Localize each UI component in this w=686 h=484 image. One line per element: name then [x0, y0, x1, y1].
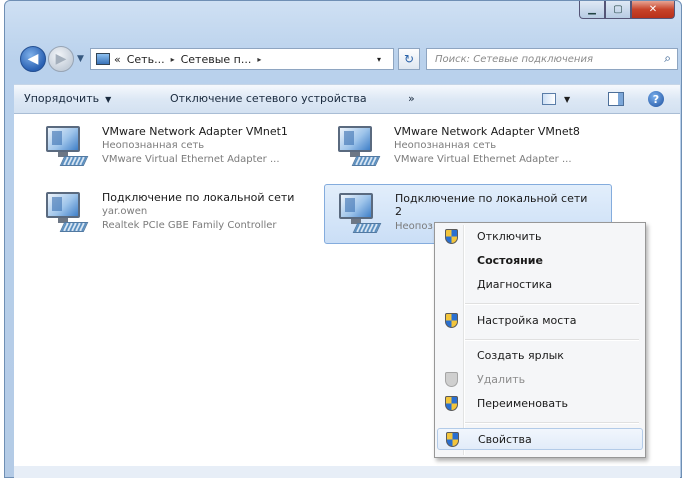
chevron-down-icon: ▼	[105, 95, 112, 104]
uac-shield-icon	[445, 396, 458, 411]
recent-pages-button[interactable]: ▼	[77, 54, 84, 64]
status-bar	[14, 466, 680, 478]
disable-device-button[interactable]: Отключение сетевого устройства	[170, 92, 367, 105]
forward-button[interactable]: ▶	[48, 46, 74, 72]
connection-item-vmnet8[interactable]: VMware Network Adapter VMnet8 Неопознанн…	[324, 118, 604, 178]
organize-label: Упорядочить	[24, 92, 100, 105]
close-button[interactable]: ✕	[631, 1, 675, 19]
refresh-button[interactable]: ↻	[398, 48, 420, 70]
menu-item-bridge[interactable]: Настройка моста	[437, 310, 643, 332]
connection-item-vmnet1[interactable]: VMware Network Adapter VMnet1 Неопознанн…	[32, 118, 312, 178]
uac-shield-icon	[445, 313, 458, 328]
minimize-icon: ▁	[588, 4, 596, 15]
connection-device: VMware Virtual Ethernet Adapter ...	[394, 154, 572, 165]
help-icon: ?	[648, 91, 664, 107]
context-menu: Отключить Состояние Диагностика Настройк…	[434, 222, 646, 458]
connection-name: Подключение по локальной сети	[102, 191, 295, 204]
navigation-bar: ◀ ▶ ▼ « Сеть... ▸ Сетевые п... ▸ ▾ ↻ ⌕	[14, 44, 680, 74]
connection-name: Подключение по локальной сети 2	[395, 192, 587, 218]
connection-name-line1: Подключение по локальной сети	[395, 192, 588, 205]
maximize-button[interactable]: ▢	[605, 1, 631, 19]
menu-separator	[465, 422, 639, 424]
network-adapter-icon	[335, 191, 382, 233]
breadcrumb-separator-icon[interactable]: ▸	[171, 55, 175, 64]
search-input[interactable]	[433, 52, 647, 66]
menu-item-label: Переименовать	[477, 397, 569, 410]
connection-name-line2: 2	[395, 205, 402, 218]
menu-item-label: Свойства	[478, 433, 532, 446]
uac-shield-icon	[445, 372, 458, 387]
menu-item-label: Состояние	[477, 254, 543, 267]
address-dropdown-icon[interactable]: ▾	[377, 55, 381, 64]
breadcrumb-network-connections[interactable]: Сетевые п...	[181, 53, 252, 66]
command-bar: Упорядочить ▼ Отключение сетевого устройс…	[14, 84, 680, 114]
connection-status: Неопознанная сеть	[394, 140, 497, 151]
uac-shield-icon	[446, 432, 459, 447]
menu-item-diagnose[interactable]: Диагностика	[437, 274, 643, 296]
search-icon[interactable]: ⌕	[664, 51, 671, 66]
menu-item-rename[interactable]: Переименовать	[437, 393, 643, 415]
menu-item-properties[interactable]: Свойства	[437, 428, 643, 450]
network-adapter-icon	[42, 190, 89, 232]
maximize-icon: ▢	[613, 4, 623, 15]
preview-pane-button[interactable]	[608, 91, 624, 107]
menu-item-label: Удалить	[477, 373, 526, 386]
network-adapter-icon	[42, 124, 89, 166]
connection-name: VMware Network Adapter VMnet1	[102, 125, 288, 138]
menu-separator	[465, 339, 639, 341]
menu-item-label: Отключить	[477, 230, 542, 243]
connection-item-lan[interactable]: Подключение по локальной сети yar.owen R…	[32, 184, 312, 244]
connection-device: Realtek PCIe GBE Family Controller	[102, 220, 277, 231]
caption-buttons: ▁ ▢ ✕	[579, 1, 675, 19]
breadcrumb-separator-icon[interactable]: ▸	[257, 55, 261, 64]
uac-shield-icon	[445, 229, 458, 244]
menu-item-label: Создать ярлык	[477, 349, 564, 362]
menu-item-label: Настройка моста	[477, 314, 577, 327]
chevron-down-icon: ▼	[77, 54, 84, 64]
change-view-icon	[542, 93, 556, 105]
forward-arrow-icon: ▶	[55, 51, 67, 67]
breadcrumb-network[interactable]: Сеть...	[127, 53, 165, 66]
menu-item-status[interactable]: Состояние	[437, 250, 643, 272]
preview-pane-icon	[608, 92, 624, 106]
address-overflow[interactable]: «	[114, 53, 121, 66]
connection-name: VMware Network Adapter VMnet8	[394, 125, 580, 138]
network-adapter-icon	[334, 124, 381, 166]
menu-item-label: Диагностика	[477, 278, 553, 291]
disable-device-label: Отключение сетевого устройства	[170, 92, 367, 105]
connection-status: Неопоз	[395, 221, 433, 232]
menu-separator	[465, 303, 639, 305]
help-button[interactable]: ?	[648, 91, 664, 107]
chevron-down-icon: ▼	[564, 94, 571, 104]
organize-button[interactable]: Упорядочить ▼	[24, 92, 111, 105]
more-commands-button[interactable]: »	[408, 92, 415, 105]
minimize-button[interactable]: ▁	[579, 1, 605, 19]
menu-item-disable[interactable]: Отключить	[437, 226, 643, 248]
search-box: ⌕	[426, 48, 678, 70]
connection-status: Неопознанная сеть	[102, 140, 205, 151]
connection-status: yar.owen	[102, 206, 148, 217]
connection-device: VMware Virtual Ethernet Adapter ...	[102, 154, 280, 165]
network-folder-icon	[96, 53, 110, 65]
refresh-icon: ↻	[403, 52, 415, 66]
menu-item-create-shortcut[interactable]: Создать ярлык	[437, 345, 643, 367]
menu-item-delete: Удалить	[437, 369, 643, 391]
address-bar[interactable]: « Сеть... ▸ Сетевые п... ▸ ▾	[90, 48, 394, 70]
back-button[interactable]: ◀	[20, 46, 46, 72]
change-view-button[interactable]: ▼	[542, 91, 570, 107]
close-icon: ✕	[648, 4, 658, 15]
back-arrow-icon: ◀	[27, 51, 39, 67]
